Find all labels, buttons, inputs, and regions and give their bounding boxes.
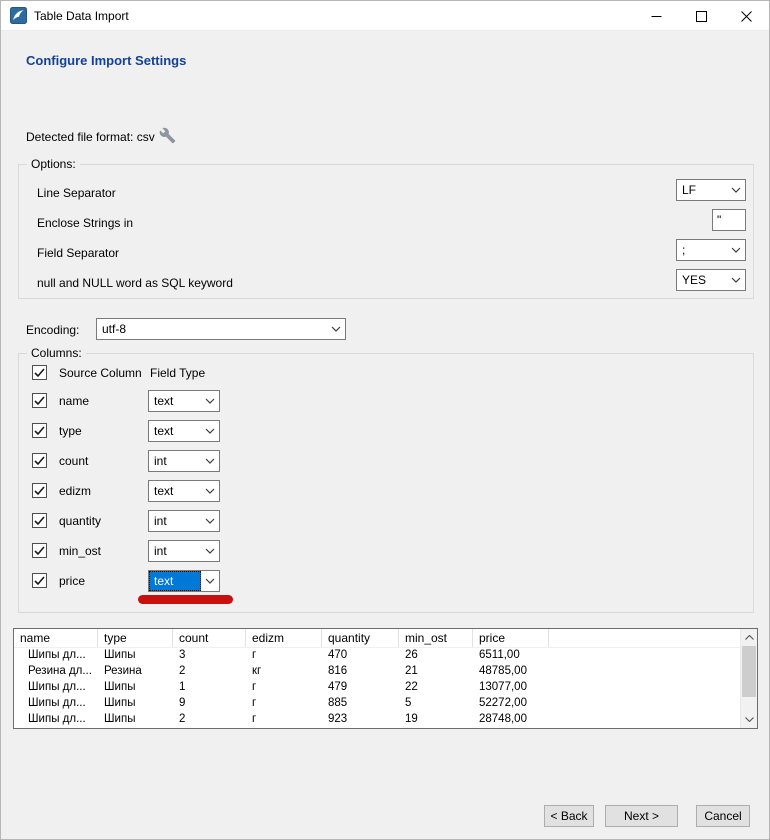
line-separator-label: Line Separator (37, 186, 116, 201)
column-label-count: count (59, 454, 88, 468)
scroll-up-icon[interactable] (741, 629, 757, 646)
table-row[interactable]: Шипы дл... Шипы 2 г 923 19 28748,00 (14, 712, 740, 728)
field-type-select-price[interactable]: text (148, 570, 220, 592)
column-checkbox-price[interactable] (32, 573, 47, 588)
minimize-button[interactable] (634, 1, 679, 31)
chevron-down-icon (727, 277, 745, 283)
preview-header[interactable]: type (98, 629, 173, 647)
column-checkbox-min-ost[interactable] (32, 543, 47, 558)
column-checkbox-count[interactable] (32, 453, 47, 468)
scroll-down-icon[interactable] (741, 711, 757, 728)
titlebar: Table Data Import (1, 1, 769, 31)
chevron-down-icon (201, 398, 219, 404)
enclose-strings-input[interactable] (712, 209, 746, 231)
column-label-price: price (59, 574, 85, 588)
chevron-down-icon (727, 187, 745, 193)
columns-group: Columns: Source Column Field Type name t… (18, 353, 754, 613)
preview-header[interactable]: edizm (246, 629, 322, 647)
column-label-name: name (59, 394, 89, 408)
column-label-min-ost: min_ost (59, 544, 101, 558)
preview-header[interactable]: quantity (322, 629, 399, 647)
column-label-edizm: edizm (59, 484, 91, 498)
field-type-select-edizm[interactable]: text (148, 480, 220, 502)
encoding-label: Encoding: (26, 323, 79, 337)
page-title: Configure Import Settings (26, 53, 186, 68)
options-legend: Options: (27, 157, 80, 171)
select-all-columns-checkbox[interactable] (32, 365, 47, 380)
red-underline-annotation (138, 595, 233, 604)
table-row[interactable]: Резина дл... Резина 2 кг 816 21 48785,00 (14, 664, 740, 680)
preview-scrollbar[interactable] (740, 629, 757, 728)
null-keyword-select[interactable]: YES (676, 269, 746, 291)
chevron-down-icon (201, 578, 219, 584)
preview-header[interactable]: price (473, 629, 549, 647)
preview-header-row: name type count edizm quantity min_ost p… (14, 629, 740, 648)
column-checkbox-quantity[interactable] (32, 513, 47, 528)
close-button[interactable] (724, 1, 769, 31)
chevron-down-icon (201, 428, 219, 434)
table-row[interactable]: Шипы дл... Шипы 3 г 470 26 6511,00 (14, 648, 740, 664)
field-type-select-count[interactable]: int (148, 450, 220, 472)
back-button[interactable]: < Back (544, 805, 594, 827)
window-title: Table Data Import (34, 9, 129, 23)
table-row[interactable]: Шипы дл... Шипы 9 г 885 5 52272,00 (14, 696, 740, 712)
column-checkbox-type[interactable] (32, 423, 47, 438)
field-separator-select[interactable]: ; (676, 239, 746, 261)
table-data-import-window: Table Data Import Configure Import Setti… (0, 0, 770, 840)
enclose-strings-label: Enclose Strings in (37, 216, 133, 231)
source-column-header: Source Column (59, 366, 142, 380)
mysql-dolphin-icon (10, 7, 27, 24)
column-checkbox-name[interactable] (32, 393, 47, 408)
field-type-header: Field Type (150, 366, 205, 380)
column-label-type: type (59, 424, 82, 438)
data-preview-table: name type count edizm quantity min_ost p… (13, 628, 758, 729)
wrench-icon[interactable] (159, 127, 176, 147)
chevron-down-icon (327, 326, 345, 332)
encoding-select[interactable]: utf-8 (96, 318, 346, 340)
field-type-select-type[interactable]: text (148, 420, 220, 442)
preview-header[interactable]: count (173, 629, 246, 647)
preview-header-filler (549, 629, 740, 647)
null-keyword-label: null and NULL word as SQL keyword (37, 276, 233, 291)
columns-legend: Columns: (27, 346, 86, 360)
line-separator-select[interactable]: LF (676, 179, 746, 201)
field-separator-label: Field Separator (37, 246, 119, 261)
column-label-quantity: quantity (59, 514, 101, 528)
table-row[interactable]: Шипы дл... Шипы 1 г 479 22 13077,00 (14, 680, 740, 696)
preview-header[interactable]: min_ost (399, 629, 473, 647)
options-group: Options: Line Separator LF Enclose Strin… (18, 164, 754, 299)
field-type-select-quantity[interactable]: int (148, 510, 220, 532)
detected-file-format-label: Detected file format: csv (26, 130, 155, 144)
chevron-down-icon (201, 548, 219, 554)
scrollbar-thumb[interactable] (742, 646, 756, 697)
column-checkbox-edizm[interactable] (32, 483, 47, 498)
chevron-down-icon (727, 247, 745, 253)
field-type-select-name[interactable]: text (148, 390, 220, 412)
maximize-button[interactable] (679, 1, 724, 31)
chevron-down-icon (201, 488, 219, 494)
preview-header[interactable]: name (14, 629, 98, 647)
chevron-down-icon (201, 458, 219, 464)
chevron-down-icon (201, 518, 219, 524)
next-button[interactable]: Next > (605, 805, 678, 827)
cancel-button[interactable]: Cancel (696, 805, 750, 827)
field-type-select-min-ost[interactable]: int (148, 540, 220, 562)
